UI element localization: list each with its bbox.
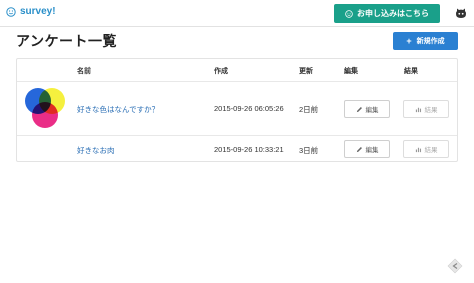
survey-created-date: 2015-09-26 06:05:26	[214, 104, 284, 113]
header-divider	[17, 81, 457, 82]
signup-button[interactable]: お申し込みはこちら	[334, 4, 440, 23]
top-navbar: survey! お申し込みはこちら	[0, 0, 474, 27]
octocat-icon[interactable]	[455, 7, 467, 19]
column-header-updated: 更新	[299, 68, 313, 75]
smile-icon	[345, 9, 353, 18]
column-header-created: 作成	[214, 68, 228, 75]
edit-button[interactable]: 編集	[344, 100, 390, 118]
edit-button[interactable]: 編集	[344, 140, 390, 158]
brand-name: survey!	[20, 6, 56, 17]
edit-label: 編集	[365, 147, 379, 154]
survey-updated-date: 3日前	[299, 146, 319, 155]
result-label: 結果	[424, 107, 438, 114]
new-survey-label: 新規作成	[416, 38, 445, 45]
pencil-icon	[356, 106, 362, 112]
page-title: アンケート一覧	[16, 33, 117, 49]
bar-chart-icon	[415, 107, 421, 112]
new-survey-button[interactable]: + 新規作成	[393, 32, 458, 50]
column-header-edit: 編集	[344, 68, 358, 75]
arrow-icon[interactable]	[447, 258, 463, 274]
pencil-icon	[356, 146, 362, 152]
survey-title-link[interactable]: 好きなお肉	[77, 145, 115, 156]
smile-icon	[6, 6, 16, 17]
brand-logo[interactable]: survey!	[6, 6, 56, 17]
result-label: 結果	[424, 147, 438, 154]
row-divider	[17, 135, 457, 136]
result-button[interactable]: 結果	[403, 140, 449, 158]
survey-thumbnail	[25, 88, 65, 128]
column-header-name: 名前	[77, 68, 91, 75]
edit-label: 編集	[365, 107, 379, 114]
survey-updated-date: 2日前	[299, 105, 319, 114]
survey-title-link[interactable]: 好きな色はなんですか？	[77, 104, 159, 115]
result-button[interactable]: 結果	[403, 100, 449, 118]
bar-chart-icon	[415, 147, 421, 152]
signup-label: お申し込みはこちら	[357, 9, 429, 18]
column-header-result: 結果	[404, 68, 418, 75]
survey-created-date: 2015-09-26 10:33:21	[214, 145, 284, 154]
plus-icon: +	[406, 35, 412, 46]
